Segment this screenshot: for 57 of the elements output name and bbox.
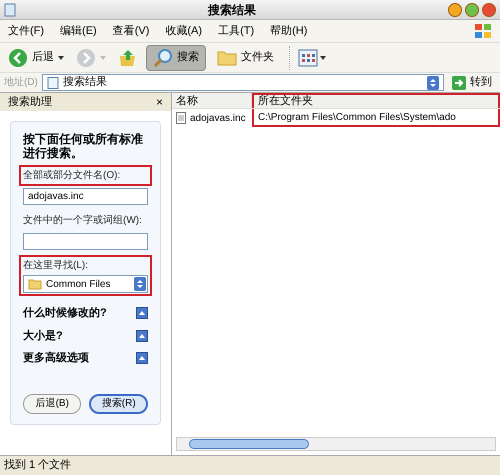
field-label: 文件中的一个字或词组(W): — [22, 214, 143, 228]
option-label: 更多高级选项 — [23, 350, 89, 366]
caret-icon — [320, 56, 326, 60]
menu-item[interactable]: 收藏(A) — [165, 22, 202, 40]
minimize-button[interactable] — [448, 2, 462, 16]
close-button[interactable] — [482, 2, 496, 16]
menu-item[interactable]: 文件(F) — [8, 22, 44, 40]
dropdown-arrow-icon — [134, 277, 146, 291]
up-triangle-icon — [139, 311, 145, 316]
field-label: 在这里寻找(L): — [23, 258, 89, 273]
expand-button[interactable] — [136, 330, 148, 342]
horizontal-scrollbar[interactable] — [176, 437, 496, 451]
up-triangle-icon — [139, 356, 145, 360]
file-name: adojavas.inc — [190, 112, 246, 126]
pane-button[interactable]: 后退(B) — [23, 394, 82, 414]
flag-logo-icon — [474, 23, 492, 39]
text-field[interactable] — [23, 233, 148, 250]
document-icon — [46, 76, 59, 88]
caret-icon — [100, 56, 106, 60]
back-button[interactable]: 后退 — [4, 46, 68, 70]
menu-item[interactable]: 查看(V) — [112, 22, 150, 40]
address-label: 地址(D) — [4, 76, 38, 90]
file-icon — [176, 112, 186, 124]
up-triangle-icon — [139, 334, 145, 338]
status-text: 找到 1 个文件 — [4, 458, 72, 474]
folder-icon — [217, 48, 237, 66]
window-icon — [4, 2, 16, 16]
menu-item[interactable]: 工具(T) — [218, 22, 254, 40]
menu-item[interactable]: 帮助(H) — [270, 22, 308, 40]
expand-button[interactable] — [136, 307, 148, 320]
instruction-text: 按下面任何或所有标准进行搜索。 — [23, 132, 144, 160]
address-field[interactable]: 搜索结果 — [42, 74, 444, 91]
caret-icon — [58, 56, 64, 60]
right-arrow-icon — [452, 76, 466, 90]
pane-title: 搜索助理 — [8, 94, 52, 110]
field-label: 全部或部分文件名(O): — [19, 165, 152, 186]
menu-item[interactable]: 编辑(E) — [60, 22, 97, 40]
column-header[interactable]: 名称 — [172, 93, 252, 108]
go-button[interactable]: 转到 — [448, 74, 496, 91]
folders-button[interactable]: 文件夹 — [210, 44, 281, 70]
search-button[interactable]: 搜索 — [146, 44, 206, 70]
view-grid-icon — [298, 48, 318, 66]
pane-button[interactable]: 搜索(R) — [89, 394, 148, 414]
option-label: 大小是? — [23, 328, 63, 344]
folder-path: C:\Program Files\Common Files\System\ado — [252, 109, 500, 127]
magnifier-icon — [153, 48, 173, 68]
column-header[interactable]: 所在文件夹 — [252, 93, 500, 108]
text-field[interactable]: adojavas.inc — [23, 188, 148, 205]
expand-button[interactable] — [136, 352, 148, 364]
window-title: 搜索结果 — [206, 2, 257, 18]
folder-icon — [28, 278, 42, 290]
option-label: 什么时候修改的? — [23, 306, 107, 321]
maximize-button[interactable] — [465, 2, 479, 16]
close-button[interactable]: × — [156, 96, 163, 108]
dropdown-arrow-icon — [427, 76, 439, 90]
look-in-dropdown[interactable]: Common Files — [23, 275, 148, 293]
folder-up-icon — [118, 48, 138, 68]
